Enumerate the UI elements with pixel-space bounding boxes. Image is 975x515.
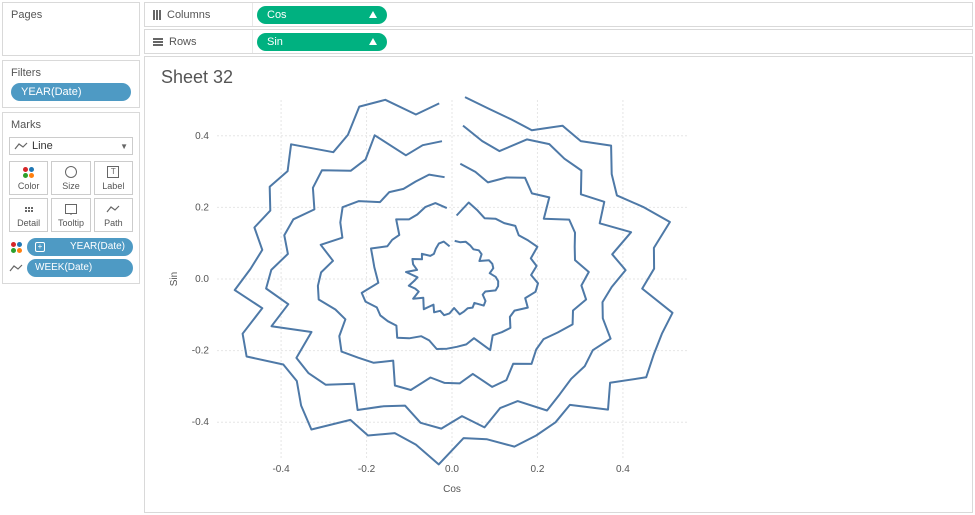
- rows-icon: [153, 38, 163, 46]
- svg-text:-0.2: -0.2: [358, 464, 376, 475]
- marks-card: Marks Line ▼ ColorSizeTLabel DetailToolti…: [2, 112, 140, 284]
- svg-text:0.2: 0.2: [531, 464, 545, 475]
- caret-down-icon: ▼: [120, 142, 128, 151]
- filters-title: Filters: [11, 67, 131, 79]
- color-icon: [9, 242, 23, 253]
- svg-text:Sin: Sin: [169, 272, 180, 286]
- delta-icon: [369, 38, 377, 45]
- delta-icon: [369, 11, 377, 18]
- path-icon: [106, 202, 120, 216]
- sheet-title: Sheet 32: [161, 67, 956, 88]
- svg-text:-0.2: -0.2: [192, 346, 210, 357]
- mark-type-selector[interactable]: Line ▼: [9, 137, 133, 155]
- svg-text:0.4: 0.4: [616, 464, 630, 475]
- mark-type-label: Line: [32, 140, 53, 152]
- rows-label: Rows: [169, 36, 197, 48]
- mark-pill[interactable]: WEEK(Date): [27, 259, 133, 277]
- filter-pill[interactable]: YEAR(Date): [11, 83, 131, 101]
- rows-shelf[interactable]: Rows Sin: [144, 29, 973, 54]
- mark-card-size[interactable]: Size: [51, 161, 90, 195]
- detail-icon: [25, 202, 33, 216]
- tooltip-icon: [65, 202, 77, 216]
- line-icon: [14, 141, 28, 151]
- columns-label: Columns: [167, 9, 210, 21]
- svg-text:Cos: Cos: [443, 484, 461, 495]
- columns-icon: [153, 10, 161, 20]
- svg-text:0.2: 0.2: [195, 202, 209, 213]
- svg-text:0.0: 0.0: [445, 464, 459, 475]
- marks-title: Marks: [9, 119, 133, 131]
- svg-text:-0.4: -0.4: [272, 464, 290, 475]
- spiral-chart: -0.4 -0.2 0.0 0.2 0.4 -0.4 -0.2 0.0 0.2 0.4 Cos Sin: [161, 92, 701, 502]
- columns-shelf[interactable]: Columns Cos: [144, 2, 973, 27]
- mark-pill[interactable]: +YEAR(Date): [27, 238, 133, 256]
- svg-text:-0.4: -0.4: [192, 417, 210, 428]
- path-icon: [9, 263, 23, 273]
- size-icon: [65, 165, 77, 179]
- mark-card-label[interactable]: TLabel: [94, 161, 133, 195]
- shelf-pill[interactable]: Cos: [257, 6, 387, 24]
- mark-card-detail[interactable]: Detail: [9, 198, 48, 232]
- filters-shelf[interactable]: Filters YEAR(Date): [2, 60, 140, 108]
- mark-card-color[interactable]: Color: [9, 161, 48, 195]
- pages-title: Pages: [11, 9, 131, 21]
- mark-card-path[interactable]: Path: [94, 198, 133, 232]
- label-icon: T: [107, 165, 119, 179]
- color-icon: [23, 165, 34, 179]
- svg-text:0.0: 0.0: [195, 274, 209, 285]
- expand-icon: +: [35, 242, 45, 252]
- viz-area[interactable]: Sheet 32 -0.4 -0.2 0.0 0.2 0.4 -0.4 -0.2 0.0 0.2…: [144, 56, 973, 513]
- shelf-pill[interactable]: Sin: [257, 33, 387, 51]
- mark-card-tooltip[interactable]: Tooltip: [51, 198, 90, 232]
- pages-shelf[interactable]: Pages: [2, 2, 140, 56]
- svg-text:0.4: 0.4: [195, 131, 209, 142]
